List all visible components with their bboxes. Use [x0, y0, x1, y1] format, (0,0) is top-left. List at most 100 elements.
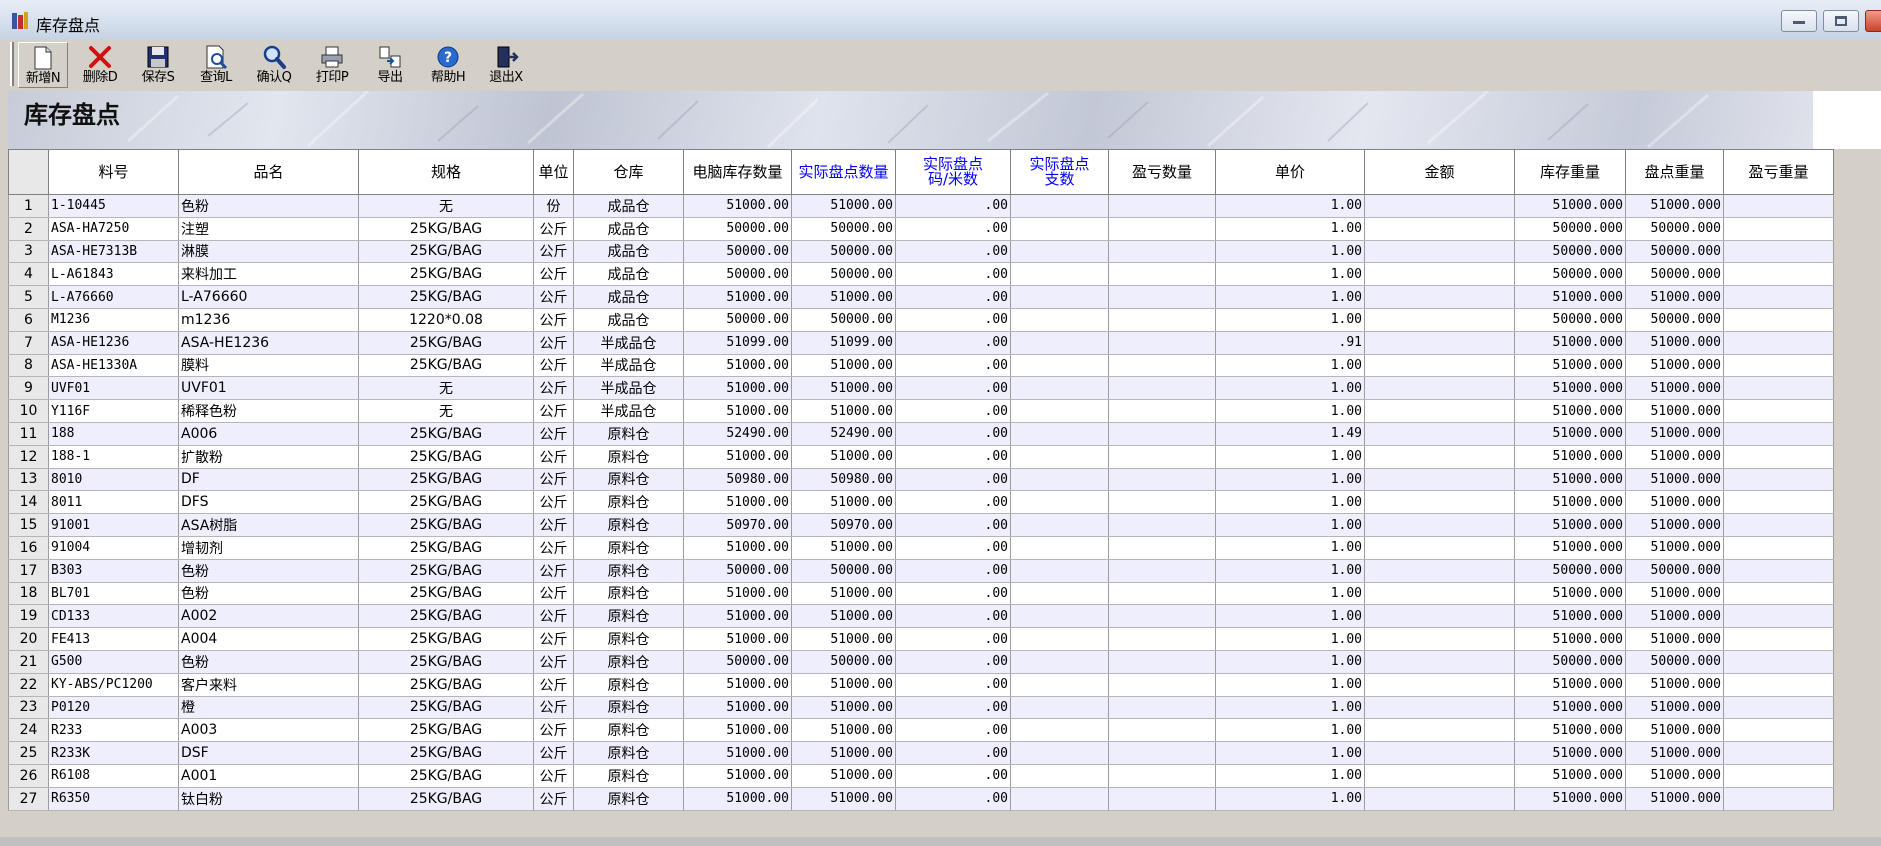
cell-amount[interactable] — [1364, 649, 1515, 674]
cell-count_wt[interactable]: 51000.000 — [1625, 330, 1724, 355]
cell-act_code[interactable]: .00 — [895, 786, 1011, 811]
cell-spec[interactable]: 25KG/BAG — [358, 786, 534, 811]
cell-price[interactable]: 1.00 — [1215, 763, 1365, 788]
cell-diff_qty[interactable] — [1108, 763, 1216, 788]
cell-warehouse[interactable]: 原料仓 — [573, 763, 684, 788]
cell-code[interactable]: UVF01 — [48, 376, 179, 401]
cell-price[interactable]: 1.00 — [1215, 194, 1365, 218]
cell-name[interactable]: A003 — [178, 718, 359, 743]
cell-warehouse[interactable]: 成品仓 — [573, 194, 684, 218]
cell-act_code[interactable]: .00 — [895, 239, 1011, 264]
cell-stock_wt[interactable]: 50000.000 — [1514, 307, 1626, 332]
cell-act_qty[interactable]: 51000.00 — [791, 581, 896, 606]
toolbar-export-button[interactable]: 导出 — [365, 42, 415, 88]
cell-count_wt[interactable]: 51000.000 — [1625, 399, 1724, 423]
cell-amount[interactable] — [1364, 558, 1515, 583]
cell-name[interactable]: A004 — [178, 627, 359, 651]
cell-act_code[interactable]: .00 — [895, 285, 1011, 309]
cell-act_pcs[interactable] — [1010, 535, 1109, 560]
cell-stock_wt[interactable]: 51000.000 — [1514, 786, 1626, 811]
cell-diff_qty[interactable] — [1108, 558, 1216, 583]
cell-spec[interactable]: 25KG/BAG — [358, 467, 534, 492]
column-header-act_qty[interactable]: 实际盘点数量 — [791, 149, 896, 195]
cell-sys_qty[interactable]: 50000.00 — [683, 649, 792, 674]
cell-act_pcs[interactable] — [1010, 763, 1109, 788]
cell-spec[interactable]: 25KG/BAG — [358, 672, 534, 697]
toolbar-exit-button[interactable]: 退出X — [481, 42, 531, 88]
cell-unit[interactable]: 公斤 — [533, 627, 574, 651]
cell-name[interactable]: 客户来料 — [178, 672, 359, 697]
cell-price[interactable]: 1.00 — [1215, 513, 1365, 537]
cell-unit[interactable]: 公斤 — [533, 763, 574, 788]
cell-unit[interactable]: 份 — [533, 194, 574, 218]
cell-act_qty[interactable]: 51000.00 — [791, 535, 896, 560]
cell-act_qty[interactable]: 50000.00 — [791, 239, 896, 264]
cell-code[interactable]: R6350 — [48, 786, 179, 811]
column-header-unit[interactable]: 单位 — [533, 149, 574, 195]
cell-diff_qty[interactable] — [1108, 535, 1216, 560]
cell-act_code[interactable]: .00 — [895, 672, 1011, 697]
cell-act_code[interactable]: .00 — [895, 718, 1011, 743]
cell-unit[interactable]: 公斤 — [533, 581, 574, 606]
cell-count_wt[interactable]: 51000.000 — [1625, 513, 1724, 537]
cell-unit[interactable]: 公斤 — [533, 399, 574, 423]
table-row[interactable]: 11 188 A006 25KG/BAG 公斤 原料仓 52490.00 52490.00.0… — [8, 421, 1834, 446]
cell-act_qty[interactable]: 51000.00 — [791, 376, 896, 401]
cell-sys_qty[interactable]: 51000.00 — [683, 718, 792, 743]
cell-diff_wt[interactable] — [1723, 353, 1834, 378]
cell-warehouse[interactable]: 原料仓 — [573, 513, 684, 537]
cell-name[interactable]: ASA树脂 — [178, 513, 359, 537]
cell-stock_wt[interactable]: 51000.000 — [1514, 627, 1626, 651]
cell-count_wt[interactable]: 51000.000 — [1625, 763, 1724, 788]
cell-count_wt[interactable]: 50000.000 — [1625, 307, 1724, 332]
cell-act_pcs[interactable] — [1010, 421, 1109, 446]
cell-warehouse[interactable]: 原料仓 — [573, 627, 684, 651]
cell-spec[interactable]: 25KG/BAG — [358, 216, 534, 241]
table-row[interactable]: 26 R6108 A001 25KG/BAG 公斤 原料仓 51000.00 51000.00… — [8, 763, 1834, 788]
cell-spec[interactable]: 25KG/BAG — [358, 330, 534, 355]
cell-sys_qty[interactable]: 50000.00 — [683, 216, 792, 241]
cell-act_code[interactable]: .00 — [895, 649, 1011, 674]
cell-act_code[interactable]: .00 — [895, 307, 1011, 332]
cell-diff_wt[interactable] — [1723, 194, 1834, 218]
table-row[interactable]: 21 G500 色粉 25KG/BAG 公斤 原料仓 50000.00 50000.00.00… — [8, 649, 1834, 674]
cell-amount[interactable] — [1364, 353, 1515, 378]
cell-act_code[interactable]: .00 — [895, 558, 1011, 583]
cell-count_wt[interactable]: 51000.000 — [1625, 421, 1724, 446]
cell-act_qty[interactable]: 51000.00 — [791, 399, 896, 423]
cell-price[interactable]: 1.00 — [1215, 353, 1365, 378]
cell-spec[interactable]: 25KG/BAG — [358, 262, 534, 287]
cell-price[interactable]: 1.00 — [1215, 444, 1365, 469]
cell-spec[interactable]: 1220*0.08 — [358, 307, 534, 332]
cell-code[interactable]: R233 — [48, 718, 179, 743]
cell-diff_wt[interactable] — [1723, 649, 1834, 674]
cell-act_code[interactable]: .00 — [895, 535, 1011, 560]
cell-name[interactable]: UVF01 — [178, 376, 359, 401]
cell-unit[interactable]: 公斤 — [533, 490, 574, 515]
cell-warehouse[interactable]: 原料仓 — [573, 741, 684, 765]
cell-price[interactable]: 1.00 — [1215, 604, 1365, 629]
cell-sys_qty[interactable]: 50000.00 — [683, 239, 792, 264]
cell-amount[interactable] — [1364, 763, 1515, 788]
cell-sys_qty[interactable]: 50980.00 — [683, 467, 792, 492]
cell-act_code[interactable]: .00 — [895, 353, 1011, 378]
column-header-price[interactable]: 单价 — [1215, 149, 1365, 195]
cell-code[interactable]: G500 — [48, 649, 179, 674]
cell-spec[interactable]: 25KG/BAG — [358, 604, 534, 629]
cell-warehouse[interactable]: 成品仓 — [573, 262, 684, 287]
cell-diff_qty[interactable] — [1108, 421, 1216, 446]
cell-name[interactable]: A001 — [178, 763, 359, 788]
cell-act_pcs[interactable] — [1010, 672, 1109, 697]
table-row[interactable]: 14 8011 DFS 25KG/BAG 公斤 原料仓 51000.00 51000.00.0… — [8, 490, 1834, 515]
cell-code[interactable]: R233K — [48, 741, 179, 765]
cell-amount[interactable] — [1364, 535, 1515, 560]
cell-diff_wt[interactable] — [1723, 399, 1834, 423]
cell-diff_wt[interactable] — [1723, 444, 1834, 469]
toolbar-print-button[interactable]: 打印P — [307, 42, 357, 88]
cell-diff_qty[interactable] — [1108, 444, 1216, 469]
cell-act_pcs[interactable] — [1010, 786, 1109, 811]
cell-unit[interactable]: 公斤 — [533, 513, 574, 537]
table-row[interactable]: 16 91004 增韧剂 25KG/BAG 公斤 原料仓 51000.00 51000.00.… — [8, 535, 1834, 560]
cell-stock_wt[interactable]: 51000.000 — [1514, 421, 1626, 446]
cell-stock_wt[interactable]: 51000.000 — [1514, 535, 1626, 560]
